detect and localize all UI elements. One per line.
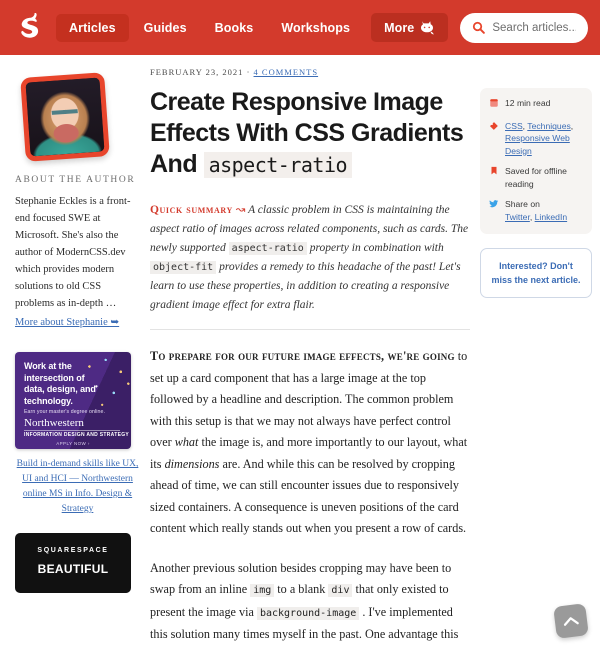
read-time-row: 12 min read	[489, 97, 583, 112]
author-avatar	[20, 72, 110, 162]
cat-mascot-icon	[419, 20, 435, 35]
search-box[interactable]	[460, 12, 588, 43]
smashing-cat-logo-icon	[21, 12, 39, 38]
about-author-title: ABOUT THE AUTHOR	[15, 175, 136, 185]
p2-code-background-image: background-image	[256, 606, 360, 620]
ad-northwestern[interactable]: Work at the intersection of data, design…	[15, 352, 131, 449]
search-icon	[472, 21, 486, 34]
article-summary: Quick summary ↝ A classic problem in CSS…	[150, 201, 470, 315]
about-author-bio: Stephanie Eckles is a front-end focused …	[15, 196, 131, 309]
ad-squarespace[interactable]: SQUARESPACE BEAUTIFUL	[15, 533, 131, 593]
ad-northwestern-headline: Work at the intersection of data, design…	[24, 361, 96, 406]
quick-summary-label: Quick summary	[150, 204, 233, 216]
ad-squarespace-brand: SQUARESPACE	[37, 547, 109, 554]
share-link-twitter[interactable]: Twitter	[505, 212, 530, 222]
p1-italic-1: what	[174, 435, 199, 449]
bookmark-icon	[489, 165, 499, 190]
tag-icon	[489, 120, 499, 158]
p1-text-1: to set up a card component that has a la…	[150, 349, 468, 449]
sidebar-right: 12 min read CSS, Techniques, Responsive …	[480, 55, 600, 649]
quick-summary-arrow: ↝	[235, 204, 246, 216]
nav-item-articles[interactable]: Articles	[56, 13, 129, 42]
ad-northwestern-cta[interactable]: APPLY NOW ›	[15, 441, 131, 446]
tag-link-rwd[interactable]: Responsive Web Design	[505, 133, 570, 156]
summary-text-2: property in combination with	[309, 242, 444, 254]
ad-northwestern-brand: Northwestern	[24, 417, 120, 431]
p2-text-2: to a blank	[274, 582, 329, 596]
nav-item-workshops[interactable]: Workshops	[268, 14, 363, 42]
summary-code-2: object-fit	[150, 261, 217, 274]
offline-label: Saved for offline reading	[505, 166, 567, 189]
article-paragraph-1: To prepare for our future image effects,…	[150, 346, 470, 540]
main-nav: Articles Guides Books Workshops More	[56, 13, 449, 42]
tag-link-css[interactable]: CSS	[505, 121, 523, 131]
article-info-card: 12 min read CSS, Techniques, Responsive …	[480, 88, 592, 234]
scroll-to-top-button[interactable]	[553, 603, 589, 639]
article-date: FEBRUARY 23, 2021	[150, 67, 244, 77]
tag-links: CSS, Techniques, Responsive Web Design	[505, 120, 574, 156]
ad-squarespace-headline: BEAUTIFUL	[37, 562, 109, 576]
article-paragraph-2: Another previous solution besides croppi…	[150, 558, 470, 649]
search-input[interactable]	[492, 21, 576, 34]
p1-italic-2: dimensions	[164, 456, 220, 471]
site-logo[interactable]	[10, 6, 50, 50]
tags-row: CSS, Techniques, Responsive Web Design	[489, 120, 583, 158]
tag-link-techniques[interactable]: Techniques	[527, 121, 570, 131]
p2-code-img: img	[250, 584, 275, 597]
article-title-code: aspect-ratio	[203, 152, 353, 178]
share-row: Share on Twitter, LinkedIn	[489, 198, 583, 223]
nav-item-books[interactable]: Books	[202, 14, 267, 42]
page-title: Create Responsive Image Effects With CSS…	[150, 87, 470, 181]
p2-code-div: div	[328, 584, 353, 597]
nav-item-more[interactable]: More	[371, 13, 449, 42]
newsletter-cta[interactable]: Interested? Don't miss the next article.	[480, 248, 592, 298]
page-body: ABOUT THE AUTHOR Stephanie Eckles is a f…	[0, 55, 600, 649]
clock-icon	[489, 97, 499, 112]
nav-more-label: More	[384, 20, 415, 35]
offline-row: Saved for offline reading	[489, 165, 583, 190]
chevron-up-icon	[563, 617, 579, 626]
share-link-linkedin[interactable]: LinkedIn	[535, 212, 568, 222]
article-content: FEBRUARY 23, 2021 · 4 comments Create Re…	[150, 55, 480, 649]
more-about-author-link[interactable]: More about Stephanie ➥	[15, 316, 119, 328]
summary-code-1: aspect-ratio	[228, 242, 307, 255]
article-meta: FEBRUARY 23, 2021 · 4 comments	[150, 67, 470, 77]
comments-link[interactable]: 4 comments	[254, 67, 319, 77]
meta-separator: ·	[246, 67, 251, 77]
twitter-icon	[489, 198, 499, 223]
share-block: Share on Twitter, LinkedIn	[505, 199, 568, 222]
nav-item-guides[interactable]: Guides	[131, 14, 200, 42]
ad-northwestern-department: INFORMATION DESIGN AND STRATEGY	[24, 432, 130, 438]
ad-northwestern-subhead: Earn your master's degree online.	[24, 409, 105, 415]
content-divider	[150, 329, 470, 330]
read-time-label: 12 min read	[505, 98, 551, 108]
author-avatar-image	[25, 77, 105, 157]
sidebar-left: ABOUT THE AUTHOR Stephanie Eckles is a f…	[0, 55, 150, 649]
paragraph-lede: To prepare for our future image effects,…	[150, 349, 455, 363]
share-label: Share on	[505, 199, 540, 209]
ad-northwestern-caption[interactable]: Build in-demand skills like UX, UI and H…	[15, 457, 140, 517]
site-header: Articles Guides Books Workshops More	[0, 0, 600, 55]
